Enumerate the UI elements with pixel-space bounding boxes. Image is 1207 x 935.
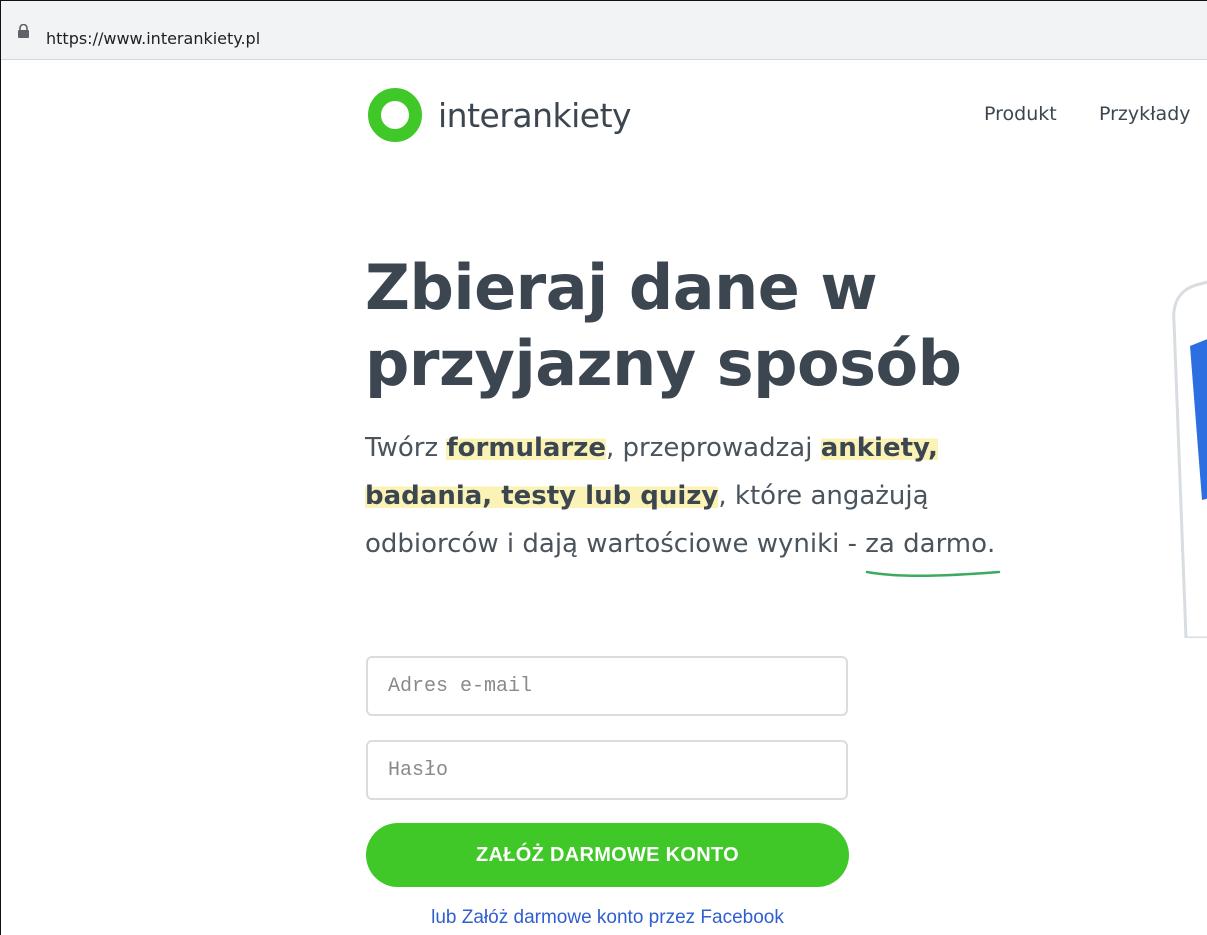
hero-title-line-2: przyjazny sposób bbox=[365, 327, 962, 400]
hero-lead-text: Twórz formularze, przeprowadzaj ankiety,… bbox=[365, 424, 1065, 577]
url-text[interactable]: https://www.interankiety.pl bbox=[46, 29, 260, 48]
address-bar[interactable]: https://www.interankiety.pl bbox=[1, 1, 1207, 60]
underlined-za-darmo: za darmo bbox=[865, 520, 1001, 577]
lead-part: Twórz bbox=[365, 433, 447, 463]
lead-end: . bbox=[987, 529, 996, 559]
highlight-ankiety: ankiety, bbox=[820, 433, 938, 463]
create-free-account-button[interactable]: ZAŁÓŻ DARMOWE KONTO bbox=[366, 823, 849, 887]
lead-part: , przeprowadzaj bbox=[606, 433, 821, 463]
nav-link-produkt[interactable]: Produkt bbox=[984, 103, 1057, 125]
lock-icon bbox=[18, 24, 29, 38]
hero-title-line-1: Zbieraj dane w bbox=[365, 251, 878, 324]
site-logo[interactable]: interankiety bbox=[368, 87, 632, 143]
highlight-formularze: formularze bbox=[446, 433, 607, 463]
highlight-badania: badania, testy lub quizy bbox=[365, 481, 719, 511]
phone-illustration-icon bbox=[1172, 280, 1207, 638]
hero-title: Zbieraj dane w przyjazny sposób bbox=[365, 250, 962, 402]
logo-ring-icon bbox=[368, 88, 422, 142]
underlined-text: za darmo bbox=[865, 529, 988, 559]
email-field[interactable] bbox=[366, 656, 848, 716]
password-field[interactable] bbox=[366, 740, 848, 800]
facebook-signup-link[interactable]: lub Załóż darmowe konto przez Facebook bbox=[366, 907, 849, 929]
logo-text: interankiety bbox=[438, 95, 632, 135]
scribble-underline-icon bbox=[866, 570, 1001, 577]
nav-link-przyklady[interactable]: Przykłady bbox=[1099, 103, 1191, 125]
